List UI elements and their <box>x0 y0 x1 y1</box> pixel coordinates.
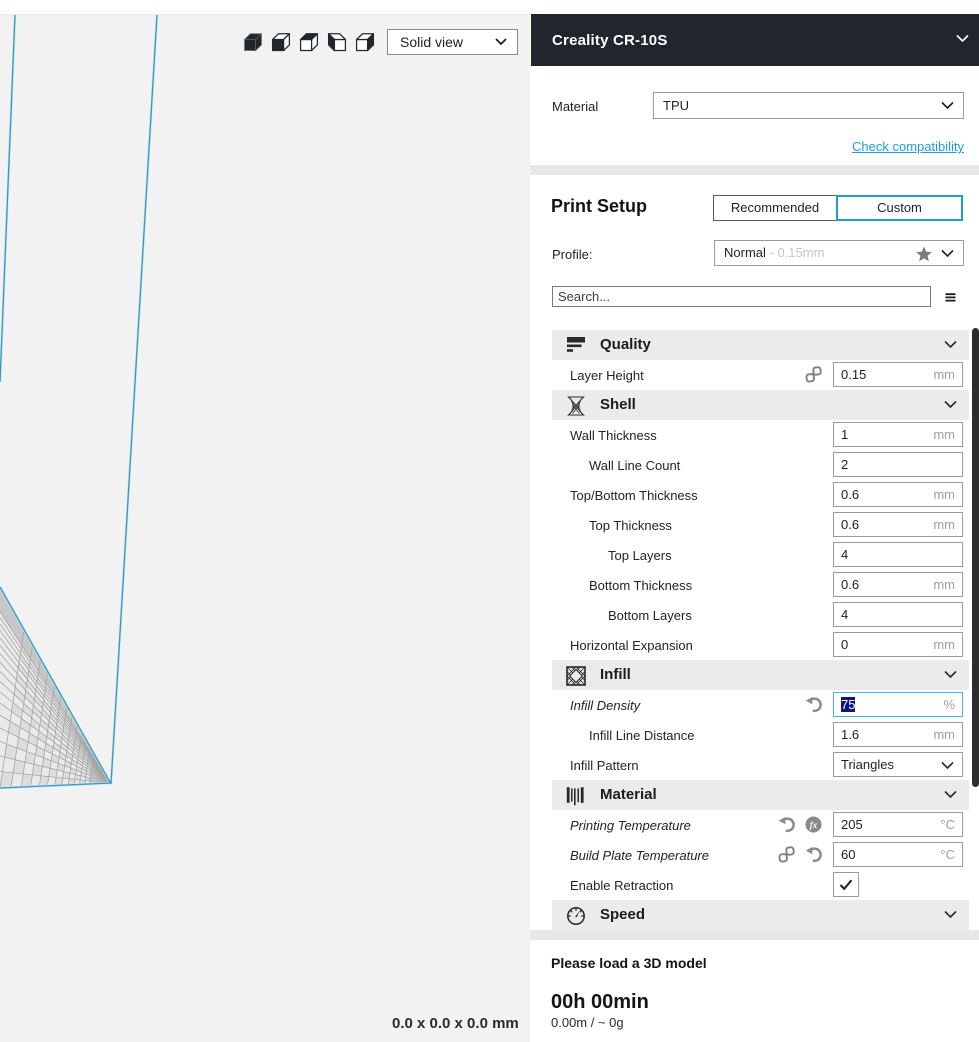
svg-text:fx: fx <box>810 820 818 830</box>
